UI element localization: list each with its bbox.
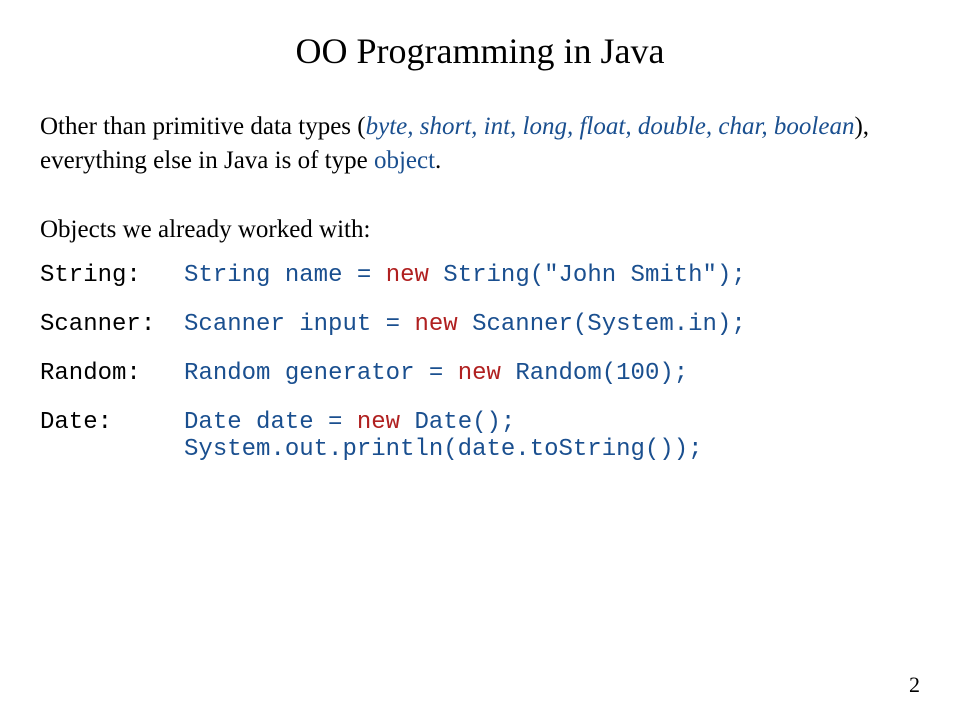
code-string-pre: String name =	[184, 262, 386, 289]
code-date-pre: Date date =	[184, 409, 357, 436]
page-number: 2	[909, 672, 920, 698]
code-string-post: String("John Smith");	[429, 262, 746, 289]
code-random-post: Random(100);	[501, 360, 688, 387]
example-string: String: String name = new String("John S…	[40, 262, 920, 289]
keyword-new: new	[458, 360, 501, 387]
example-random: Random: Random generator = new Random(10…	[40, 360, 920, 387]
code-date-post: Date();	[400, 409, 515, 436]
object-word: object	[374, 147, 435, 174]
code-scanner-pre: Scanner input =	[184, 311, 414, 338]
keyword-new: new	[357, 409, 400, 436]
code-random-pre: Random generator =	[184, 360, 458, 387]
keyword-new: new	[386, 262, 429, 289]
label-random: Random:	[40, 360, 141, 387]
subheading: Objects we already worked with:	[40, 216, 920, 244]
code-date-line2: System.out.println(date.toString());	[184, 436, 702, 463]
keyword-new: new	[414, 311, 457, 338]
label-date: Date:	[40, 409, 112, 436]
example-date: Date: Date date = new Date(); System.out…	[40, 409, 920, 463]
label-scanner: Scanner:	[40, 311, 155, 338]
intro-post: .	[435, 147, 441, 174]
intro-pre: Other than primitive data types (	[40, 113, 366, 140]
primitive-types: byte, short, int, long, float, double, c…	[366, 113, 855, 140]
code-scanner-post: Scanner(System.in);	[458, 311, 746, 338]
intro-paragraph: Other than primitive data types (byte, s…	[40, 110, 920, 178]
label-string: String:	[40, 262, 141, 289]
slide: OO Programming in Java Other than primit…	[0, 0, 960, 463]
example-scanner: Scanner: Scanner input = new Scanner(Sys…	[40, 311, 920, 338]
slide-title: OO Programming in Java	[40, 30, 920, 72]
